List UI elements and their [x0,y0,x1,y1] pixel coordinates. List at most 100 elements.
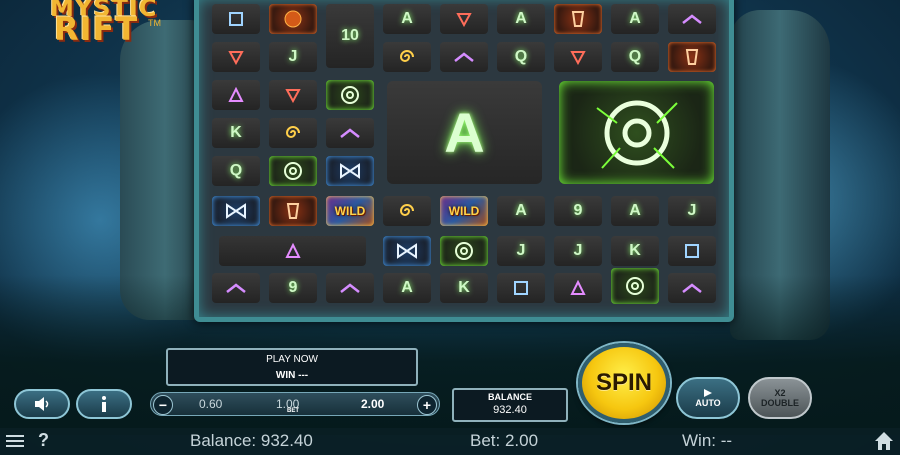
symbol-triangle-down-rune [554,42,602,72]
symbol-square-rune [212,4,260,34]
bet-increase-button[interactable]: + [417,395,437,415]
big-symbol-green-eye [559,81,714,184]
symbol-label: 9 [288,279,298,296]
menu-icon[interactable] [6,432,24,450]
symbol-green-eye [611,268,659,304]
bet-label: BET [287,408,299,414]
big-symbol-label: A [444,101,485,164]
symbol-label: A [629,10,641,27]
symbol-square-rune [668,236,716,266]
symbol-chevron-rune [668,4,716,34]
help-icon[interactable]: ? [38,430,49,451]
symbol-lava-tablet [668,42,716,72]
symbol-green-eye [440,236,488,266]
symbol-q: Q [212,156,260,186]
symbol-q: Q [611,42,659,72]
symbol-chevron-rune [212,273,260,303]
symbol-a: A [497,196,545,226]
symbol-label: Q [514,48,528,65]
symbol-green-eye [326,80,374,110]
info-button[interactable] [76,389,132,419]
symbol-chevron-rune [668,273,716,303]
symbol-j: J [497,236,545,266]
symbol-spiral-rune [383,42,431,72]
symbol-label: A [401,279,413,296]
spin-label: SPIN [595,369,652,396]
symbol-label: 9 [573,202,583,219]
autoplay-button[interactable]: AUTO [676,377,740,419]
symbol-wild: WILD [326,196,374,226]
symbol-label: K [629,242,641,259]
symbol-label: A [515,202,527,219]
symbol-a: A [383,273,431,303]
symbol-nine: 9 [269,273,317,303]
symbol-triangle-down-rune [212,42,260,72]
symbol-label: K [230,124,242,141]
balance-title: BALANCE [488,392,532,402]
symbol-j: J [668,196,716,226]
symbol-triangle-down-rune [269,80,317,110]
symbol-chevron-rune [440,42,488,72]
symbol-label: 10 [341,27,359,44]
status-bar: ? Balance: 932.40 Bet: 2.00 Win: -- [0,428,900,455]
symbol-triangle-up-rune [212,80,260,110]
spin-button[interactable]: SPIN [578,343,670,423]
wild-label: WILD [448,204,480,218]
bet-decrease-button[interactable]: − [153,395,173,415]
symbol-lava-tablet [269,196,317,226]
symbol-chevron-rune [326,273,374,303]
double-multiplier-label: X2 [774,388,786,398]
status-bet: Bet: 2.00 [470,431,539,450]
symbol-blue-bowtie [326,156,374,186]
status-balance: Balance: 932.40 [190,431,313,450]
symbol-a: A [497,4,545,34]
double-label: DOUBLE [761,398,799,408]
symbol-wild: WILD [440,196,488,226]
symbol-nine: 9 [554,196,602,226]
symbol-chevron-rune [326,118,374,148]
symbol-green-eye [269,156,317,186]
symbol-k: K [440,273,488,303]
symbol-label: K [458,279,470,296]
bet-option[interactable]: 0.60 [199,397,222,411]
symbol-label: J [288,48,298,65]
play-status-panel: PLAY NOW WIN --- [166,348,418,386]
wild-label: WILD [334,204,366,218]
sound-button[interactable] [14,389,70,419]
logo-trademark: TM [148,18,161,28]
symbol-spiral-rune [269,118,317,148]
play-status-text: PLAY NOW [266,354,318,365]
symbol-j: J [554,236,602,266]
bet-selector: − 0.60 1.00 2.00 BET + [150,392,440,416]
home-icon[interactable] [874,431,894,451]
symbol-a: A [611,196,659,226]
symbol-label: A [629,202,641,219]
symbol-blue-bowtie [383,236,431,266]
symbol-square-rune [497,273,545,303]
symbol-ten-tall: 10 [326,4,374,68]
big-symbol-a: A [387,81,542,184]
symbol-label: Q [229,162,243,179]
game-logo: MYSTIC RIFT TM [40,0,170,54]
symbol-label: A [515,10,527,27]
symbol-a: A [383,4,431,34]
symbol-k: K [611,236,659,266]
symbol-lava-tablet [554,4,602,34]
balance-value: 932.40 [493,404,527,416]
info-icon [102,396,106,412]
symbol-q: Q [497,42,545,72]
symbol-j: J [269,42,317,72]
symbol-triangle-up-rune [269,236,317,266]
win-status-text: WIN --- [275,370,309,381]
symbol-triangle-down-rune [440,4,488,34]
symbol-label: A [401,10,413,27]
symbol-triangle-up-rune [554,273,602,303]
symbol-blue-bowtie [212,196,260,226]
play-icon [704,389,712,397]
speaker-icon [35,397,49,411]
symbol-a: A [611,4,659,34]
double-button[interactable]: X2 DOUBLE [748,377,812,419]
symbol-label: J [516,242,526,259]
symbol-label: J [573,242,583,259]
bet-option-selected[interactable]: 2.00 [361,397,384,411]
